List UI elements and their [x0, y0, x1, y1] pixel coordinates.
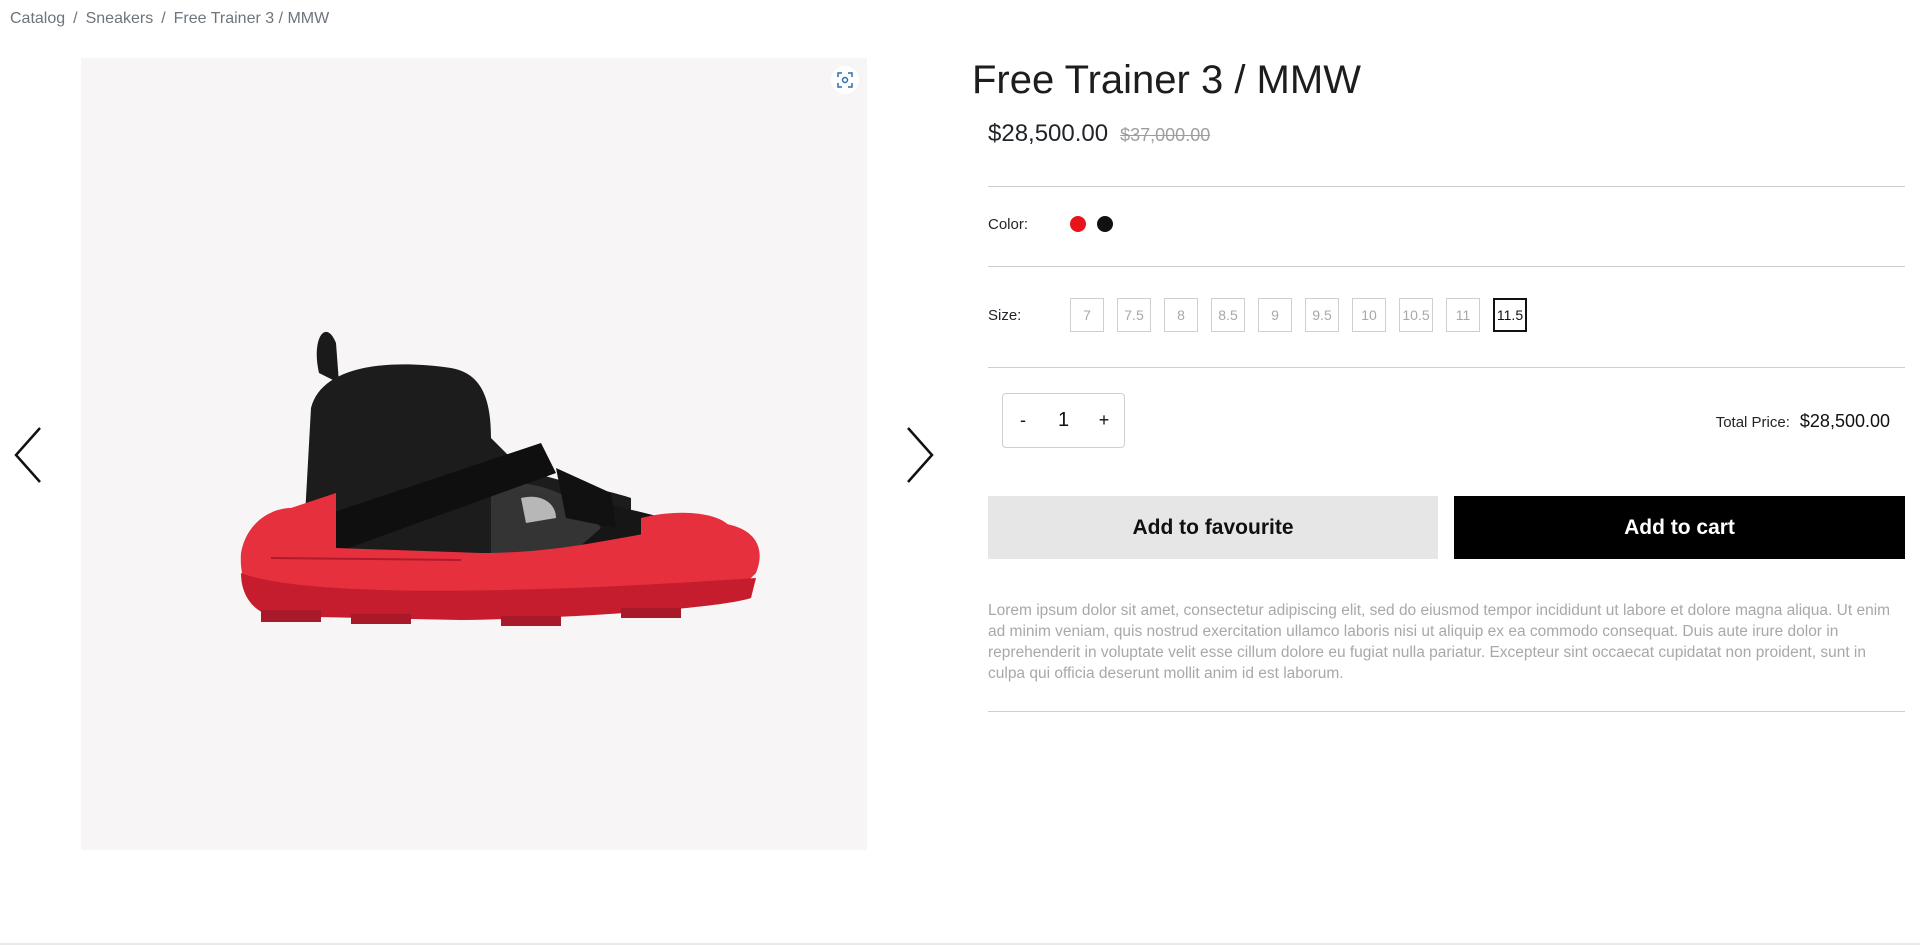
quantity-decrement-button[interactable]: - [1015, 410, 1031, 431]
color-swatch-black[interactable] [1097, 216, 1113, 232]
divider [988, 186, 1905, 187]
quantity-increment-button[interactable]: + [1096, 410, 1112, 431]
add-to-favourite-button[interactable]: Add to favourite [988, 496, 1438, 559]
divider [988, 266, 1905, 267]
product-image-gallery [81, 58, 867, 850]
next-image-button[interactable] [900, 420, 940, 490]
breadcrumb-separator: / [161, 10, 166, 27]
size-option-selected[interactable]: 11.5 [1493, 298, 1527, 332]
total-price: Total Price: $28,500.00 [1716, 411, 1890, 432]
color-swatch-red[interactable] [1070, 216, 1086, 232]
total-price-label: Total Price: [1715, 414, 1790, 431]
size-option[interactable]: 10 [1352, 298, 1386, 332]
chevron-left-icon [14, 427, 41, 483]
size-label: Size: [988, 307, 1022, 324]
breadcrumb-catalog[interactable]: Catalog [10, 10, 65, 28]
breadcrumb-separator: / [73, 10, 78, 27]
current-price: $28,500.00 [988, 120, 1109, 147]
color-label: Color: [988, 216, 1029, 233]
breadcrumb-current: Free Trainer 3 / MMW [173, 10, 330, 27]
breadcrumb: Catalog / Sneakers / Free Trainer 3 / MM… [10, 10, 329, 28]
fullscreen-focus-icon [837, 72, 853, 88]
original-price: $37,000.00 [1120, 125, 1211, 145]
prev-image-button[interactable] [8, 420, 48, 490]
divider [988, 711, 1905, 712]
quantity-value[interactable]: 1 [1058, 409, 1069, 432]
size-option[interactable]: 8.5 [1211, 298, 1245, 332]
breadcrumb-sneakers[interactable]: Sneakers [86, 10, 154, 28]
chevron-right-icon [907, 427, 934, 483]
size-option[interactable]: 10.5 [1399, 298, 1433, 332]
add-to-cart-button[interactable]: Add to cart [1454, 496, 1905, 559]
total-price-value: $28,500.00 [1799, 411, 1890, 431]
size-options: 7 7.5 8 8.5 9 9.5 10 10.5 11 11.5 [1070, 298, 1527, 332]
divider [988, 367, 1905, 368]
size-option[interactable]: 7.5 [1117, 298, 1151, 332]
size-option[interactable]: 7 [1070, 298, 1104, 332]
product-image [240, 331, 760, 626]
size-option[interactable]: 9 [1258, 298, 1292, 332]
size-option[interactable]: 11 [1446, 298, 1480, 332]
zoom-button[interactable] [831, 66, 859, 94]
size-option[interactable]: 9.5 [1305, 298, 1339, 332]
price-block: $28,500.00 $37,000.00 [988, 120, 1210, 148]
size-option[interactable]: 8 [1164, 298, 1198, 332]
product-description: Lorem ipsum dolor sit amet, consectetur … [988, 602, 1891, 682]
quantity-stepper: - 1 + [1002, 393, 1125, 448]
product-title: Free Trainer 3 / MMW [972, 58, 1361, 102]
